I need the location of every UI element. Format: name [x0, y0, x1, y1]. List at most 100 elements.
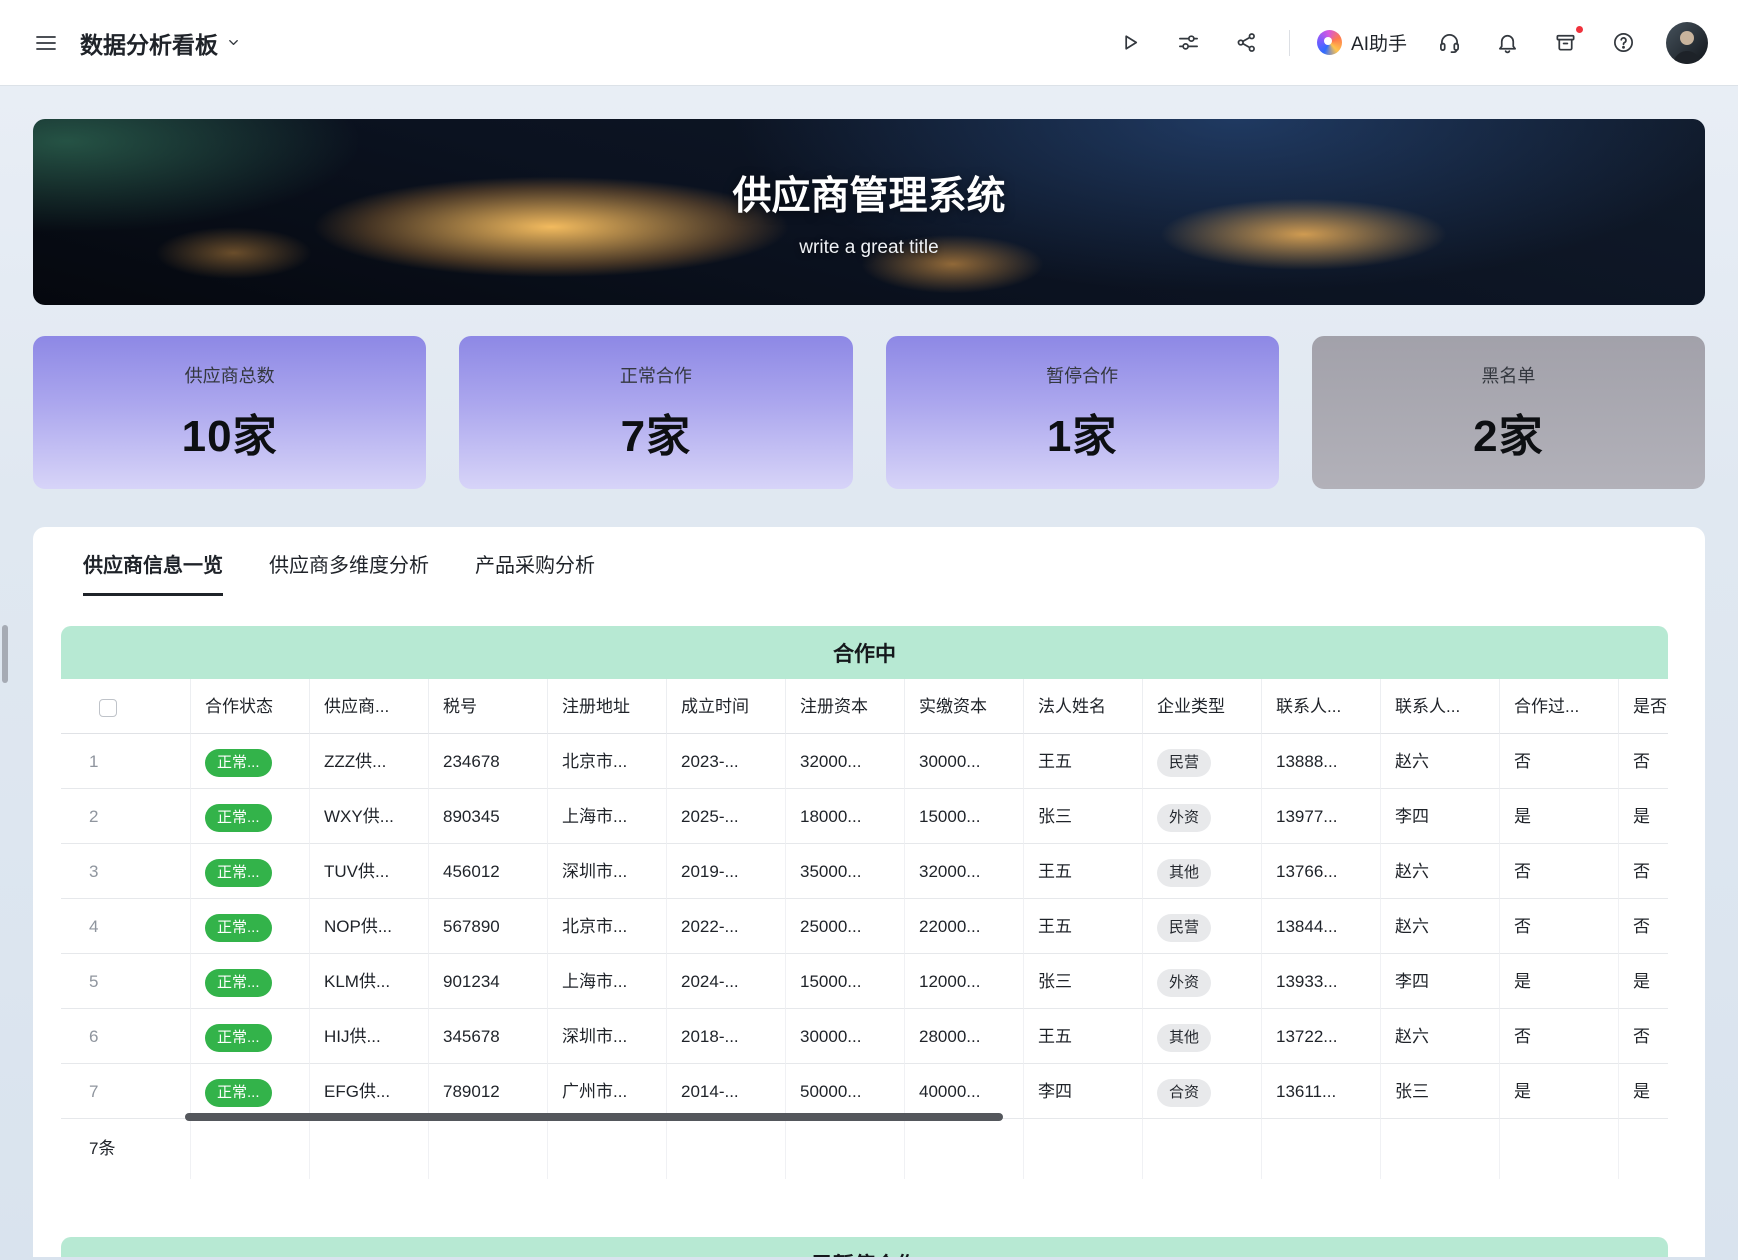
- column-header: 供应商...: [310, 679, 429, 734]
- support-button[interactable]: [1434, 27, 1465, 58]
- table-cell: HIJ供...: [310, 1009, 429, 1064]
- table-cell: 13611...: [1262, 1064, 1381, 1119]
- user-avatar[interactable]: [1666, 22, 1708, 64]
- share-icon: [1235, 31, 1258, 54]
- table-cell: 30000...: [786, 1009, 905, 1064]
- table-cell: 是: [1500, 1064, 1619, 1119]
- stat-label: 黑名单: [1481, 362, 1535, 388]
- stat-label: 正常合作: [620, 362, 692, 388]
- table-cell: [667, 1119, 786, 1179]
- table-cell: [1381, 1119, 1500, 1179]
- stat-value: 7家: [621, 400, 691, 464]
- ai-assistant-button[interactable]: AI助手: [1317, 29, 1407, 56]
- present-button[interactable]: [1115, 27, 1146, 58]
- table-cell: 2023-...: [667, 734, 786, 789]
- table-cell: 否: [1619, 734, 1668, 789]
- column-header: 联系人...: [1381, 679, 1500, 734]
- table-cell: 其他: [1143, 844, 1262, 899]
- content-card: 供应商信息一览 供应商多维度分析 产品采购分析 合作中 合作状态 供应商... …: [33, 527, 1705, 1257]
- page-scrollbar[interactable]: [2, 625, 8, 683]
- table-header-row: 合作状态 供应商... 税号 注册地址 成立时间 注册资本 实缴资本 法人姓名 …: [61, 679, 1668, 734]
- table-cell: 赵六: [1381, 1009, 1500, 1064]
- row-index: 7: [61, 1064, 191, 1119]
- inbox-button[interactable]: [1550, 27, 1581, 58]
- settings-button[interactable]: [1173, 27, 1204, 58]
- table-cell: 13722...: [1262, 1009, 1381, 1064]
- column-header: 税号: [429, 679, 548, 734]
- table-cell: 13766...: [1262, 844, 1381, 899]
- table-cell: [310, 1119, 429, 1179]
- status-badge: 正常...: [205, 1079, 272, 1107]
- table-footer-row: 7条: [61, 1119, 1668, 1179]
- stat-label: 暂停合作: [1046, 362, 1118, 388]
- bell-icon: [1496, 31, 1519, 54]
- table-cell: [429, 1119, 548, 1179]
- row-count: 7条: [61, 1119, 191, 1179]
- table-cell: 234678: [429, 734, 548, 789]
- table-cell: WXY供...: [310, 789, 429, 844]
- status-badge: 正常...: [205, 1024, 272, 1052]
- table-cell: [905, 1119, 1024, 1179]
- page-title: 数据分析看板: [80, 26, 218, 60]
- table-row[interactable]: 1 正常... ZZZ供... 234678 北京市... 2023-... 3…: [61, 734, 1668, 789]
- tab-multidimensional-analysis[interactable]: 供应商多维度分析: [269, 549, 429, 596]
- paused-table-header: 已暂停合作: [61, 1237, 1668, 1257]
- table-row[interactable]: 6 正常... HIJ供... 345678 深圳市... 2018-... 3…: [61, 1009, 1668, 1064]
- table-cell: 上海市...: [548, 954, 667, 1009]
- row-index: 4: [61, 899, 191, 954]
- table-cell: 民营: [1143, 899, 1262, 954]
- column-header: 合作过...: [1500, 679, 1619, 734]
- dashboard-title-dropdown[interactable]: 数据分析看板: [80, 26, 241, 60]
- column-header: 注册地址: [548, 679, 667, 734]
- table-cell: [1024, 1119, 1143, 1179]
- table-cell: 32000...: [786, 734, 905, 789]
- table-cell: [786, 1119, 905, 1179]
- table-cell: 正常...: [191, 899, 310, 954]
- system-subtitle: write a great title: [799, 237, 938, 259]
- status-badge: 正常...: [205, 969, 272, 997]
- table-cell: 15000...: [905, 789, 1024, 844]
- table-cell: 张三: [1024, 954, 1143, 1009]
- hero-banner: 供应商管理系统 write a great title: [33, 119, 1705, 305]
- table-cell: 王五: [1024, 1009, 1143, 1064]
- table-row[interactable]: 2 正常... WXY供... 890345 上海市... 2025-... 1…: [61, 789, 1668, 844]
- table-cell: 否: [1500, 844, 1619, 899]
- select-all-checkbox[interactable]: [99, 699, 117, 717]
- table-cell: [1619, 1119, 1668, 1179]
- table-row[interactable]: 4 正常... NOP供... 567890 北京市... 2022-... 2…: [61, 899, 1668, 954]
- table-cell: 2018-...: [667, 1009, 786, 1064]
- column-header: 实缴资本: [905, 679, 1024, 734]
- table-cell: 345678: [429, 1009, 548, 1064]
- table-cell: 是: [1619, 954, 1668, 1009]
- table-cell: 567890: [429, 899, 548, 954]
- headset-icon: [1438, 31, 1461, 54]
- table-cell: 正常...: [191, 789, 310, 844]
- horizontal-scrollbar[interactable]: [185, 1113, 1003, 1121]
- company-type-badge: 外资: [1157, 804, 1211, 832]
- row-index: 5: [61, 954, 191, 1009]
- table-row[interactable]: 5 正常... KLM供... 901234 上海市... 2024-... 1…: [61, 954, 1668, 1009]
- table-cell: 正常...: [191, 844, 310, 899]
- stat-value: 1家: [1047, 400, 1117, 464]
- tab-procurement-analysis[interactable]: 产品采购分析: [475, 549, 595, 596]
- tab-supplier-info[interactable]: 供应商信息一览: [83, 549, 223, 596]
- column-header: 注册资本: [786, 679, 905, 734]
- table-row[interactable]: 3 正常... TUV供... 456012 深圳市... 2019-... 3…: [61, 844, 1668, 899]
- table-row[interactable]: 7 正常... EFG供... 789012 广州市... 2014-... 5…: [61, 1064, 1668, 1119]
- table-cell: 赵六: [1381, 899, 1500, 954]
- table-cell: 28000...: [905, 1009, 1024, 1064]
- table-cell: [1262, 1119, 1381, 1179]
- status-badge: 正常...: [205, 749, 272, 777]
- tab-bar: 供应商信息一览 供应商多维度分析 产品采购分析: [61, 549, 1705, 596]
- help-button[interactable]: [1608, 27, 1639, 58]
- table-cell: 张三: [1381, 1064, 1500, 1119]
- table-cell: 是: [1619, 789, 1668, 844]
- table-cell: 否: [1619, 899, 1668, 954]
- menu-button[interactable]: [30, 27, 62, 59]
- table-cell: 12000...: [905, 954, 1024, 1009]
- notifications-button[interactable]: [1492, 27, 1523, 58]
- inbox-icon: [1554, 31, 1577, 54]
- share-button[interactable]: [1231, 27, 1262, 58]
- column-header: 合作状态: [191, 679, 310, 734]
- table-cell: 北京市...: [548, 734, 667, 789]
